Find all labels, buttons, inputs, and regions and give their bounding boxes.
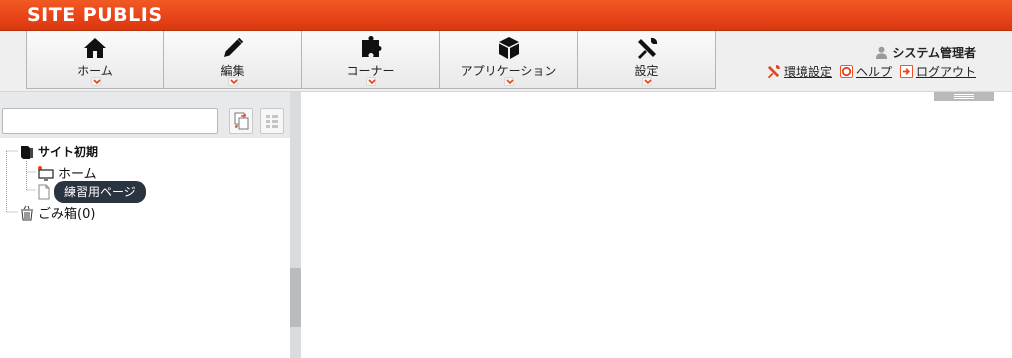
site-book-icon xyxy=(21,145,33,159)
main-menu: ホーム 編集 コーナー アプリケーション 設定 xyxy=(26,31,716,89)
menu-settings[interactable]: 設定 xyxy=(578,31,716,89)
chevron-down-icon[interactable] xyxy=(228,77,238,86)
user-icon xyxy=(876,46,888,59)
list-view-button[interactable] xyxy=(260,108,284,134)
search-input[interactable] xyxy=(2,108,218,134)
menu-corner[interactable]: コーナー xyxy=(302,31,440,89)
monitor-icon xyxy=(38,165,54,181)
panel-splitter[interactable] xyxy=(290,92,301,358)
logout-link[interactable]: ログアウト xyxy=(899,63,976,80)
logout-icon xyxy=(899,65,913,78)
logout-link-label: ログアウト xyxy=(915,65,976,79)
settings-link[interactable]: 環境設定 xyxy=(766,63,832,80)
main-content xyxy=(301,101,1012,358)
menu-bar: ホーム 編集 コーナー アプリケーション 設定 システム管理者 環境設定 ヘルプ… xyxy=(0,31,1012,92)
user-links: 環境設定 ヘルプ ログアウト xyxy=(766,63,976,80)
site-title: SITE PUBLIS xyxy=(27,4,163,26)
chevron-down-icon[interactable] xyxy=(642,77,652,86)
tools-icon xyxy=(767,65,780,79)
user-name-label: システム管理者 xyxy=(892,46,976,60)
trash-icon xyxy=(21,205,33,220)
chevron-down-icon[interactable] xyxy=(504,77,514,86)
tree-node-practice-page[interactable]: 練習用ページ xyxy=(37,181,146,203)
splitter-handle[interactable] xyxy=(290,268,301,327)
menu-home[interactable]: ホーム xyxy=(26,31,164,89)
cube-icon xyxy=(440,36,577,60)
copy-icon xyxy=(234,112,249,130)
chevron-down-icon[interactable] xyxy=(366,77,376,86)
tools-icon xyxy=(578,36,715,60)
sidebar-toolbar xyxy=(0,92,290,138)
brand-bar: SITE PUBLIS xyxy=(0,0,1012,31)
settings-link-label: 環境設定 xyxy=(783,65,832,79)
home-icon xyxy=(27,36,163,60)
tree-node-site-label: サイト初期 xyxy=(38,145,99,159)
tree-node-trash[interactable]: ごみ箱(0) xyxy=(19,203,95,222)
user-box: システム管理者 環境設定 ヘルプ ログアウト xyxy=(767,44,976,79)
tree-node-trash-label: ごみ箱(0) xyxy=(38,207,96,222)
tree-node-practice-page-label: 練習用ページ xyxy=(54,181,146,203)
user-name: システム管理者 xyxy=(875,44,976,61)
panel-collapse-handle[interactable] xyxy=(934,92,994,101)
tree-node-site[interactable]: サイト初期 xyxy=(19,143,98,160)
puzzle-icon xyxy=(302,36,439,60)
pencil-icon xyxy=(164,36,301,60)
chevron-down-icon[interactable] xyxy=(91,77,101,86)
help-link-label: ヘルプ xyxy=(855,65,892,79)
help-link[interactable]: ヘルプ xyxy=(839,63,892,80)
copy-button[interactable] xyxy=(229,108,253,134)
list-icon xyxy=(266,115,278,128)
tree-node-home[interactable]: ホーム xyxy=(37,163,97,182)
sidebar-panel: サイト初期 ホーム 練習用ページ ごみ箱(0) xyxy=(0,92,290,358)
lifebuoy-icon xyxy=(839,65,853,78)
page-icon xyxy=(38,184,50,200)
menu-application[interactable]: アプリケーション xyxy=(440,31,578,89)
menu-edit[interactable]: 編集 xyxy=(164,31,302,89)
tree-node-home-label: ホーム xyxy=(58,167,97,182)
